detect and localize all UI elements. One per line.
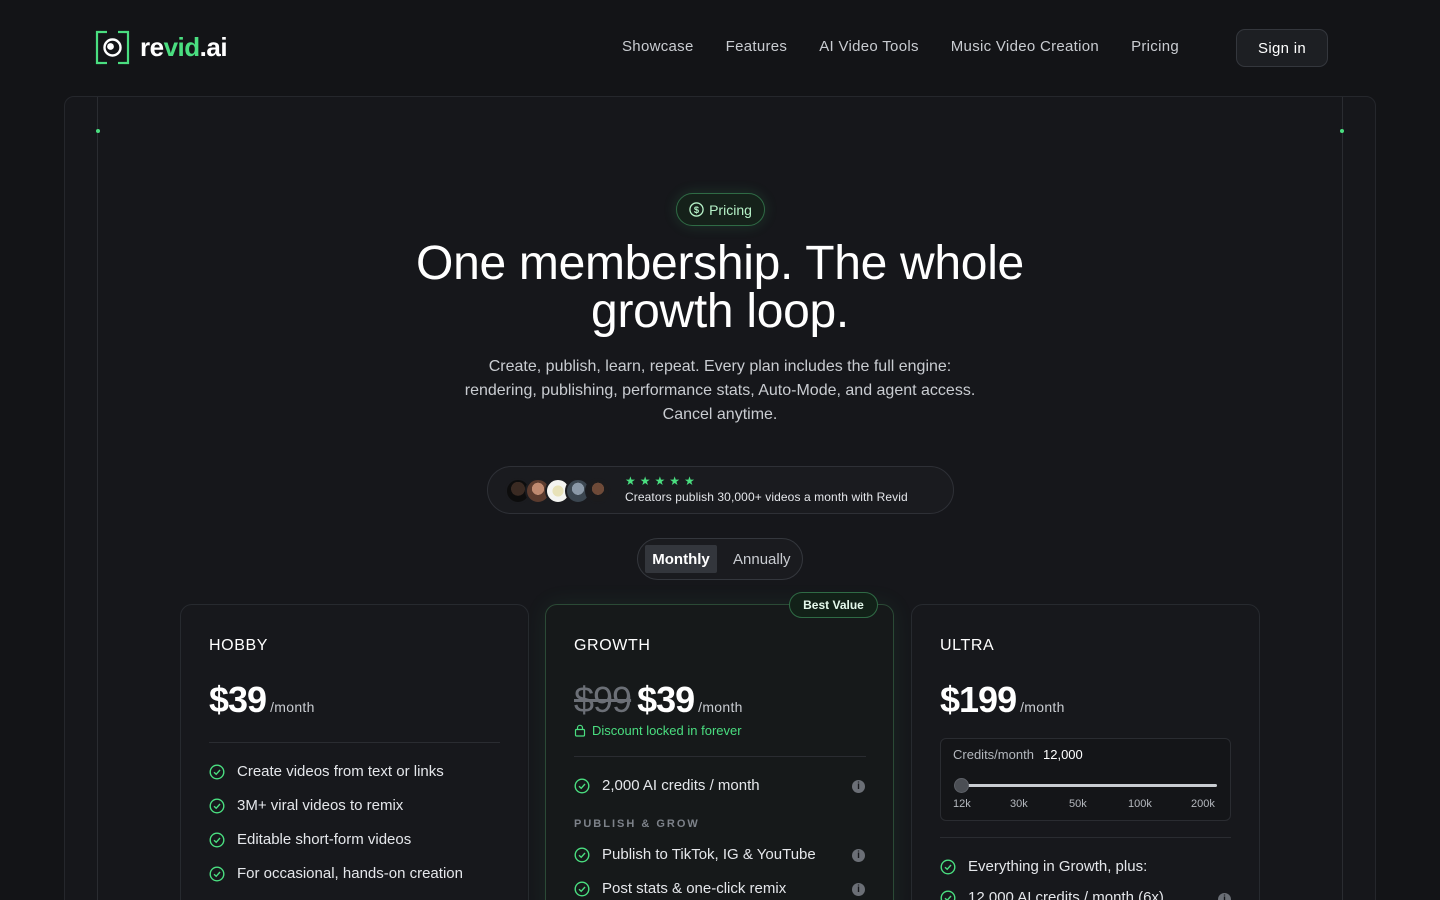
check-circle-icon xyxy=(574,846,590,863)
revid-logo-icon xyxy=(95,30,130,65)
feature-item: Post stats & one-click remix xyxy=(574,880,786,897)
star-icon: ★ xyxy=(654,474,666,488)
nav-links: Showcase Features AI Video Tools Music V… xyxy=(622,38,1211,55)
divider xyxy=(209,742,500,743)
price-amount: $39 xyxy=(637,679,695,720)
credits-value: 12,000 xyxy=(1043,747,1083,762)
nav-link-showcase[interactable]: Showcase xyxy=(622,38,694,55)
plan-price: $99 $39 /month xyxy=(574,679,743,721)
plan-card-hobby: HOBBY $39 /month Create videos from text… xyxy=(180,604,529,900)
rating-stars: ★ ★ ★ ★ ★ xyxy=(625,474,695,488)
slider-tick-label: 50k xyxy=(1069,798,1087,810)
billing-monthly-option[interactable]: Monthly xyxy=(645,545,717,573)
feature-item: Create videos from text or links xyxy=(209,763,444,780)
star-icon: ★ xyxy=(684,474,695,488)
pricing-badge: $ Pricing xyxy=(676,193,765,226)
feature-item: Publish to TikTok, IG & YouTube xyxy=(574,846,816,863)
star-icon: ★ xyxy=(639,474,651,488)
feature-item: 3M+ viral videos to remix xyxy=(209,797,403,814)
plan-card-growth: GROWTH $99 $39 /month Discount locked in… xyxy=(545,604,894,900)
nav-link-features[interactable]: Features xyxy=(726,38,788,55)
slider-tick-label: 200k xyxy=(1191,798,1215,810)
divider xyxy=(940,837,1231,838)
price-period: /month xyxy=(698,699,743,715)
frame-dot-right xyxy=(1340,129,1344,133)
check-circle-icon xyxy=(940,890,956,900)
slider-tick-label: 30k xyxy=(1010,798,1028,810)
plan-name: GROWTH xyxy=(574,637,651,654)
credits-label: Credits/month xyxy=(953,747,1034,762)
price-period: /month xyxy=(270,699,315,715)
price-amount: $199 xyxy=(940,679,1017,720)
check-circle-icon xyxy=(574,880,590,897)
check-circle-icon xyxy=(209,831,225,848)
slider-tick-label: 12k xyxy=(953,798,971,810)
nav-link-music-video-creation[interactable]: Music Video Creation xyxy=(951,38,1099,55)
star-icon: ★ xyxy=(625,474,636,488)
frame-guide-left xyxy=(97,97,98,900)
section-label: PUBLISH & GROW xyxy=(574,818,700,830)
best-value-badge: Best Value xyxy=(789,592,878,618)
plan-price: $199 /month xyxy=(940,679,1065,721)
creator-avatars xyxy=(505,478,615,504)
feature-item: 12,000 AI credits / month (6x) xyxy=(940,889,1164,900)
page-subtitle: Create, publish, learn, repeat. Every pl… xyxy=(464,358,976,423)
nav-link-ai-video-tools[interactable]: AI Video Tools xyxy=(819,38,919,55)
brand-logo[interactable]: revid.ai xyxy=(95,30,228,65)
billing-annually-option[interactable]: Annually xyxy=(733,545,791,573)
plan-name: ULTRA xyxy=(940,637,995,654)
pricing-badge-label: Pricing xyxy=(709,201,752,218)
slider-tick-label: 100k xyxy=(1128,798,1152,810)
check-circle-icon xyxy=(209,763,225,780)
check-circle-icon xyxy=(209,865,225,882)
feature-item: 2,000 AI credits / month xyxy=(574,777,760,794)
dollar-circle-icon: $ xyxy=(689,202,704,217)
star-icon: ★ xyxy=(669,474,681,488)
lock-icon xyxy=(574,724,586,737)
feature-item: Everything in Growth, plus: xyxy=(940,858,1147,875)
page-title: One membership. The whole growth loop. xyxy=(416,237,1024,338)
info-icon[interactable]: i xyxy=(1218,893,1231,900)
price-amount: $39 xyxy=(209,679,267,720)
check-circle-icon xyxy=(209,797,225,814)
credits-selector: Credits/month 12,000 12k 30k 50k 100k 20… xyxy=(940,738,1231,821)
price-period: /month xyxy=(1020,699,1065,715)
top-nav: revid.ai Showcase Features AI Video Tool… xyxy=(0,0,1440,96)
nav-link-pricing[interactable]: Pricing xyxy=(1131,38,1179,55)
original-price: $99 xyxy=(574,679,632,720)
plan-card-ultra: ULTRA $199 /month Credits/month 12,000 1… xyxy=(911,604,1260,900)
feature-item: For occasional, hands-on creation xyxy=(209,865,463,882)
frame-dot-left xyxy=(96,129,100,133)
credits-slider-handle[interactable] xyxy=(954,778,969,793)
discount-note: Discount locked in forever xyxy=(574,723,742,738)
social-proof-pill: ★ ★ ★ ★ ★ Creators publish 30,000+ video… xyxy=(487,466,954,514)
billing-toggle: Monthly Annually xyxy=(637,538,803,580)
plan-price: $39 /month xyxy=(209,679,315,721)
divider xyxy=(574,756,866,757)
plan-name: HOBBY xyxy=(209,637,269,654)
check-circle-icon xyxy=(940,858,956,875)
sign-in-button[interactable]: Sign in xyxy=(1236,29,1328,67)
brand-name: revid.ai xyxy=(140,32,228,62)
feature-item: Editable short-form videos xyxy=(209,831,411,848)
svg-text:$: $ xyxy=(694,205,700,215)
check-circle-icon xyxy=(574,777,590,794)
info-icon[interactable]: i xyxy=(852,780,865,793)
credits-slider-track[interactable] xyxy=(961,784,1217,787)
social-proof-text: Creators publish 30,000+ videos a month … xyxy=(625,490,908,504)
avatar xyxy=(585,478,611,504)
info-icon[interactable]: i xyxy=(852,849,865,862)
frame-guide-right xyxy=(1342,97,1343,900)
info-icon[interactable]: i xyxy=(852,883,865,896)
